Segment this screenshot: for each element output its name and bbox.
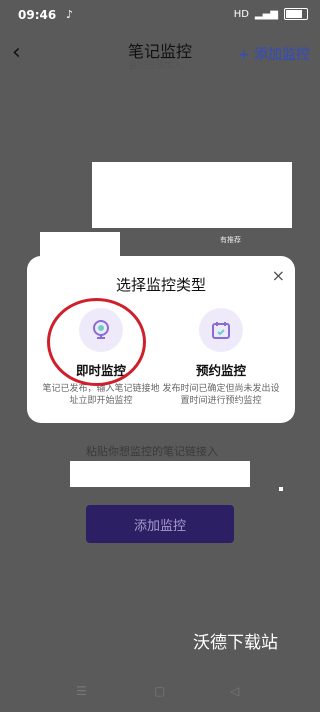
add-monitor-link[interactable]: + 添加监控: [238, 44, 310, 64]
note-meta: 有推荐: [220, 236, 241, 244]
cursor-dot: [279, 487, 283, 491]
instant-monitor-desc: 笔记已发布，输入笔记链接地址立即开始监控: [42, 384, 160, 406]
scheduled-monitor-option[interactable]: 预约监控 发布时间已确定但尚未发出设置时间进行预约监控: [161, 308, 281, 407]
watermark-text: 沃德下载站: [193, 633, 278, 653]
menu-icon[interactable]: ☰: [76, 684, 87, 698]
add-monitor-button[interactable]: 添加监控: [86, 505, 234, 543]
calendar-check-icon: [199, 308, 243, 352]
scheduled-monitor-desc: 发布时间已确定但尚未发出设置时间进行预约监控: [162, 384, 280, 406]
link-input[interactable]: [70, 461, 250, 487]
highlight-circle: [47, 298, 146, 386]
header: ‹ 笔记监控 监控已添加入… + 添加监控: [0, 30, 320, 78]
battery-icon: [284, 8, 308, 20]
home-icon[interactable]: ▢: [154, 684, 165, 698]
network-label: HD: [233, 8, 249, 20]
link-prompt: 粘贴你想监控的笔记链接入: [86, 445, 218, 458]
note-card: [92, 162, 292, 228]
system-navbar: ☰ ▢ ◁: [0, 672, 320, 712]
tiktok-icon: ♪: [66, 8, 74, 21]
scheduled-monitor-label: 预约监控: [195, 363, 246, 378]
note-thumbnail: [40, 232, 120, 256]
dialog-title: 选择监控类型: [115, 276, 206, 294]
status-icons: HD ▂▄▆: [234, 8, 308, 20]
close-icon[interactable]: ×: [272, 266, 285, 285]
signal-icon: ▂▄▆: [254, 8, 278, 20]
back-nav-icon[interactable]: ◁: [230, 684, 239, 698]
status-time: 09:46: [18, 8, 57, 22]
status-bar: 09:46 ♪ HD ▂▄▆: [0, 0, 320, 30]
